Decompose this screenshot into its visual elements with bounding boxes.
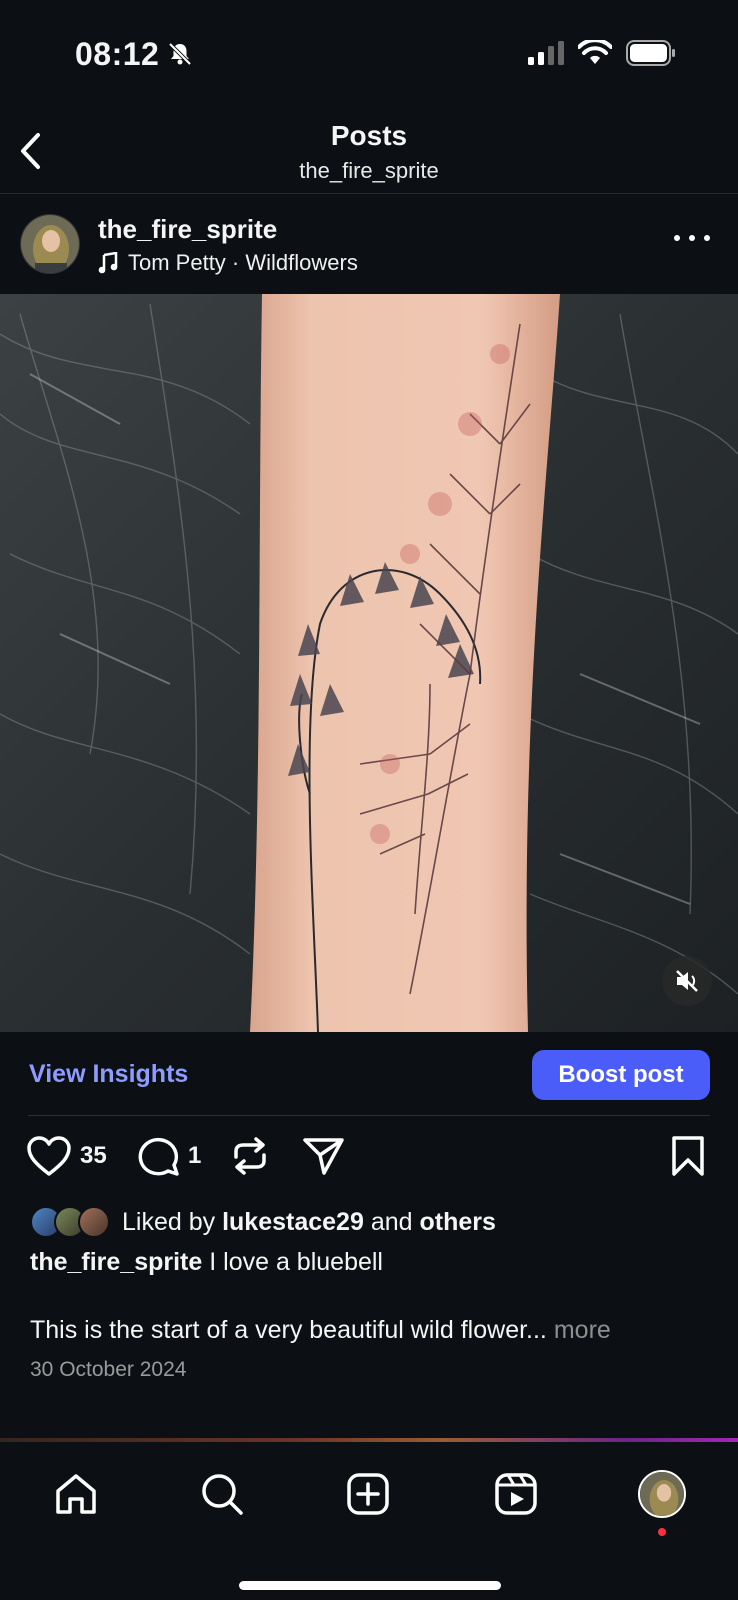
comment-button[interactable]: 1: [138, 1135, 201, 1177]
bell-muted-icon: [168, 42, 192, 66]
caption-username[interactable]: the_fire_sprite: [30, 1248, 202, 1276]
home-icon: [56, 1474, 96, 1514]
heart-icon: [27, 1136, 71, 1176]
page-title: Posts: [330, 120, 408, 151]
notification-dot: [658, 1528, 666, 1536]
avatar: [638, 1470, 686, 1518]
post-actions: 35 1: [0, 1135, 738, 1191]
post-image[interactable]: [0, 294, 738, 1032]
nav-header: Posts the_fire_sprite: [0, 110, 738, 194]
caption: the_fire_sprite I love a bluebell: [30, 1248, 383, 1277]
home-indicator: [239, 1581, 501, 1590]
boost-post-button[interactable]: Boost post: [532, 1050, 710, 1100]
signal-icon: [528, 41, 564, 65]
repost-icon: [234, 1137, 266, 1175]
liker-avatars: [30, 1206, 110, 1238]
comments-count: 1: [188, 1142, 202, 1169]
speaker-muted-icon: [676, 970, 698, 992]
music-attribution[interactable]: Tom Petty · Wildflowers: [98, 250, 358, 276]
caption-text: I love a bluebell: [209, 1248, 383, 1276]
liked-by-others[interactable]: others: [419, 1208, 495, 1237]
wifi-icon: [578, 40, 612, 64]
more-horizontal-icon: [674, 235, 680, 241]
add-post-icon: [347, 1473, 389, 1515]
caption-body: This is the start of a very beautiful wi…: [30, 1316, 611, 1345]
post-date: 30 October 2024: [30, 1358, 187, 1381]
tattoo-photo: [0, 294, 738, 1032]
like-button[interactable]: 35: [26, 1135, 107, 1177]
search-icon: [202, 1474, 243, 1515]
view-insights-link[interactable]: View Insights: [29, 1060, 188, 1089]
music-note-icon: [98, 252, 118, 274]
status-time: 08:12: [75, 36, 160, 72]
more-options-button[interactable]: [674, 228, 710, 248]
caption-more-link[interactable]: more: [554, 1316, 611, 1344]
insights-row: View Insights Boost post: [0, 1032, 738, 1116]
tab-reels[interactable]: [488, 1466, 544, 1522]
reels-icon: [495, 1473, 537, 1515]
tab-create[interactable]: [340, 1466, 396, 1522]
likes-count: 35: [80, 1142, 107, 1169]
share-button[interactable]: [302, 1135, 346, 1177]
liked-by-and: and: [370, 1207, 413, 1236]
caption-body-text: This is the start of a very beautiful wi…: [30, 1316, 547, 1344]
liked-by-row[interactable]: Liked by lukestace29 and others: [30, 1206, 496, 1238]
tab-home[interactable]: [48, 1466, 104, 1522]
mute-toggle-button[interactable]: [662, 956, 712, 1006]
post-username[interactable]: the_fire_sprite: [98, 214, 277, 245]
liked-by-prefix: Liked by: [122, 1207, 216, 1236]
status-bar: 08:12: [0, 0, 738, 110]
avatar[interactable]: [20, 214, 80, 274]
post-header: the_fire_sprite Tom Petty · Wildflowers: [0, 194, 738, 294]
tab-search[interactable]: [194, 1466, 250, 1522]
repost-button[interactable]: [230, 1135, 270, 1177]
divider: [28, 1115, 710, 1116]
save-button[interactable]: [670, 1135, 706, 1177]
battery-icon: [626, 40, 675, 66]
tab-bar: [0, 1442, 738, 1542]
page-subtitle: the_fire_sprite: [299, 158, 439, 183]
comment-icon: [138, 1137, 179, 1176]
liked-by-user[interactable]: lukestace29: [222, 1208, 364, 1237]
bookmark-icon: [672, 1136, 704, 1176]
tab-profile[interactable]: [634, 1466, 690, 1536]
send-icon: [303, 1138, 344, 1175]
avatar: [78, 1206, 110, 1238]
music-label: Tom Petty · Wildflowers: [128, 250, 358, 275]
